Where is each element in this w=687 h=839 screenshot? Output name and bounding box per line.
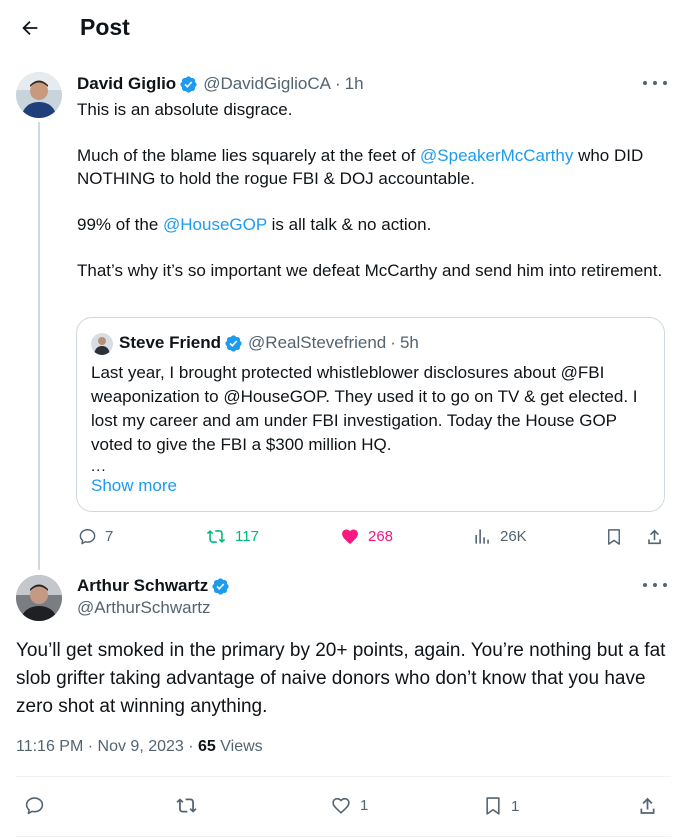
post-body: This is an absolute disgrace. Much of th…: [77, 98, 677, 305]
reply-button[interactable]: 7: [78, 527, 113, 546]
like-button[interactable]: 1: [330, 795, 368, 816]
post-author-row: David Giglio @DavidGiglioCA · 1h: [77, 74, 364, 94]
analytics-icon: [475, 529, 489, 544]
like-count: 268: [368, 528, 394, 545]
post-time[interactable]: 1h: [345, 74, 364, 94]
share-button[interactable]: [637, 795, 658, 817]
verified-badge-icon: [211, 577, 230, 596]
quote-avatar[interactable]: [91, 333, 113, 355]
views-button[interactable]: 26K: [473, 527, 527, 546]
post-paragraph: That’s why it’s so important we defeat M…: [77, 261, 663, 280]
divider: [16, 776, 671, 777]
separator: ·: [188, 738, 194, 755]
bookmark-button[interactable]: [605, 527, 623, 547]
repost-button[interactable]: 117: [205, 527, 259, 546]
post-paragraph: Much of the blame lies squarely at the f…: [77, 146, 644, 188]
reply-author-row: Arthur Schwartz: [77, 576, 230, 596]
post-timestamp[interactable]: 11:16 PM · Nov 9, 2023: [16, 738, 184, 755]
separator: ·: [390, 333, 396, 352]
bookmark-count: 1: [511, 797, 520, 815]
show-more-link[interactable]: Show more: [91, 476, 177, 496]
more-options-icon[interactable]: [643, 578, 667, 592]
author-handle[interactable]: @DavidGiglioCA: [203, 74, 331, 94]
back-button[interactable]: [14, 12, 46, 44]
quote-author-handle: @RealStevefriend: [248, 333, 387, 352]
bookmark-icon: [486, 797, 500, 815]
post-paragraph: 99% of the @HouseGOP is all talk & no ac…: [77, 215, 432, 234]
separator: ·: [335, 74, 341, 93]
page-title: Post: [80, 14, 130, 40]
author-name[interactable]: Arthur Schwartz: [77, 576, 208, 596]
views-count: 65: [198, 738, 216, 755]
mention-link[interactable]: @SpeakerMcCarthy: [420, 146, 573, 165]
reply-icon: [79, 529, 96, 545]
quote-author-name: Steve Friend: [119, 333, 222, 352]
author-handle[interactable]: @ArthurSchwartz: [77, 598, 210, 618]
avatar[interactable]: [16, 72, 62, 118]
quote-time: 5h: [399, 333, 419, 352]
share-button[interactable]: [645, 527, 664, 547]
reply-handle-row: @ArthurSchwartz: [77, 598, 210, 618]
repost-button[interactable]: [175, 795, 206, 816]
share-icon: [640, 797, 655, 814]
avatar[interactable]: [16, 575, 62, 621]
author-name[interactable]: David Giglio: [77, 74, 176, 94]
bookmark-icon: [608, 529, 620, 545]
reply-button[interactable]: [24, 795, 53, 816]
quoted-post-card[interactable]: Steve Friend @RealStevefriend · 5h Last …: [76, 317, 665, 512]
quote-author-row: Steve Friend @RealStevefriend · 5h: [119, 333, 419, 353]
like-button[interactable]: 268: [340, 527, 393, 546]
like-count: 1: [360, 797, 369, 814]
verified-badge-icon: [224, 334, 243, 353]
mention-link[interactable]: @HouseGOP: [163, 215, 267, 234]
arrow-left-icon: [22, 20, 38, 36]
bookmark-button[interactable]: 1: [483, 795, 519, 817]
post-header: Post: [0, 0, 687, 56]
heart-icon: [332, 797, 350, 814]
quote-ellipsis: ...: [91, 458, 107, 475]
reply-count: 7: [105, 528, 114, 545]
more-options-icon[interactable]: [643, 76, 667, 90]
post-meta: 11:16 PM · Nov 9, 2023 · 65 Views: [16, 738, 263, 756]
views-count: 26K: [500, 528, 527, 545]
repost-icon: [206, 530, 226, 543]
thread-line: [38, 122, 40, 570]
divider: [16, 836, 671, 837]
quote-body: Last year, I brought protected whistlebl…: [91, 363, 638, 454]
repost-icon: [176, 798, 197, 813]
post-paragraph: This is an absolute disgrace.: [77, 100, 293, 119]
repost-count: 117: [235, 528, 259, 545]
reply-icon: [25, 797, 44, 815]
heart-filled-icon: [342, 529, 358, 545]
verified-badge-icon: [179, 75, 198, 94]
views-label: Views: [220, 738, 263, 755]
share-icon: [648, 529, 661, 545]
reply-body: You’ll get smoked in the primary by 20+ …: [16, 640, 666, 717]
